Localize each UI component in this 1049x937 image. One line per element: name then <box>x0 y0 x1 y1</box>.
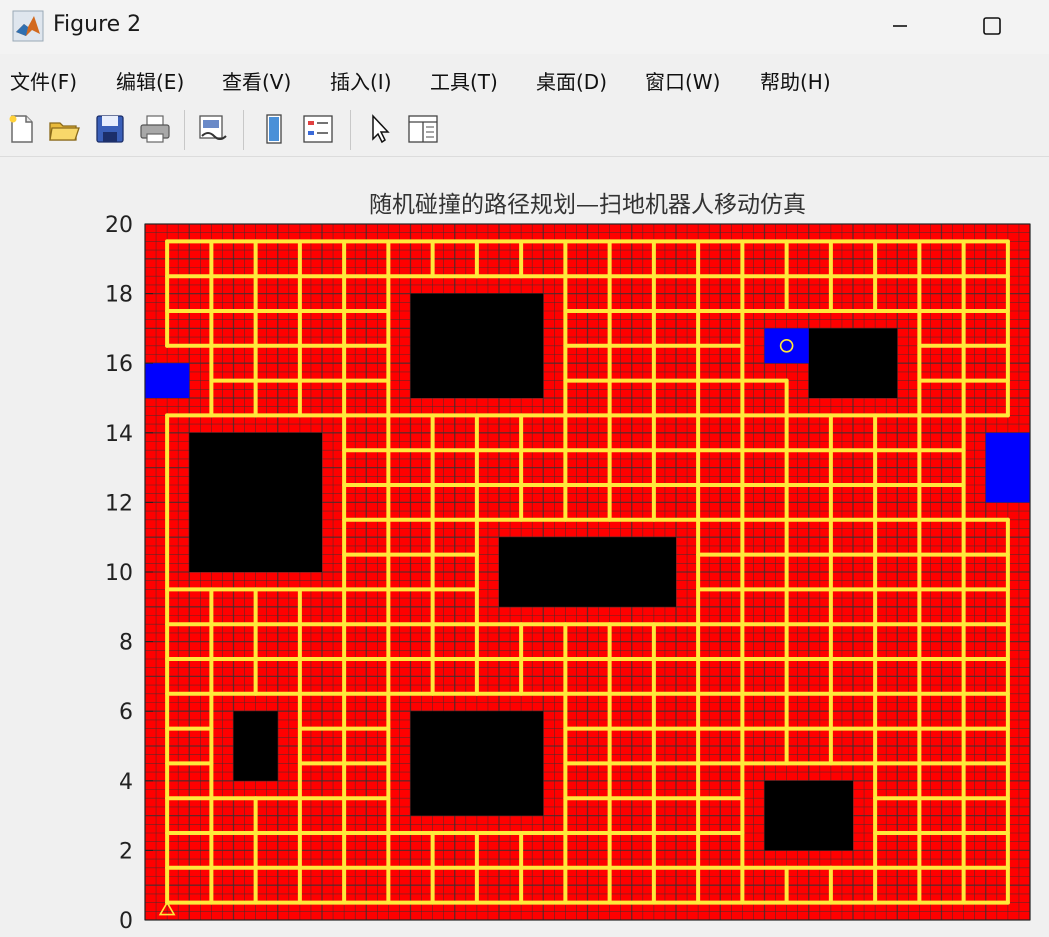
figure-toolbar <box>0 102 1049 157</box>
save-icon[interactable] <box>92 111 128 147</box>
menu-help[interactable]: 帮助(H) <box>760 66 831 95</box>
y-tick-label: 8 <box>119 631 133 656</box>
menu-window[interactable]: 窗口(W) <box>645 66 720 95</box>
maximize-icon[interactable] <box>972 8 1012 44</box>
toolbar-separator <box>243 110 244 150</box>
y-tick-label: 10 <box>105 561 133 586</box>
obstacle <box>499 537 676 607</box>
menu-desktop[interactable]: 桌面(D) <box>536 66 607 95</box>
y-tick-label: 0 <box>119 909 133 934</box>
obstacle <box>410 293 544 398</box>
y-tick-label: 14 <box>105 422 133 447</box>
edit-plot-icon[interactable] <box>362 111 398 147</box>
obstacle <box>764 780 853 851</box>
menu-file[interactable]: 文件(F) <box>10 66 77 95</box>
menu-view[interactable]: 查看(V) <box>222 66 291 95</box>
window-title: Figure 2 <box>53 12 142 37</box>
minimize-icon[interactable] <box>880 8 920 44</box>
print-icon[interactable] <box>137 111 173 147</box>
menu-edit[interactable]: 编辑(E) <box>116 66 184 95</box>
menu-tools[interactable]: 工具(T) <box>430 66 498 95</box>
link-plot-icon[interactable] <box>194 111 230 147</box>
y-tick-label: 18 <box>105 283 133 308</box>
obstacle <box>233 711 278 781</box>
menu-insert[interactable]: 插入(I) <box>330 66 392 95</box>
new-figure-icon[interactable] <box>4 111 40 147</box>
y-tick-label: 2 <box>119 839 133 864</box>
obstacle <box>410 711 544 816</box>
blue-cell <box>985 432 1030 503</box>
y-tick-label: 16 <box>105 352 133 377</box>
y-tick-label: 4 <box>119 770 133 795</box>
figure-canvas[interactable]: 随机碰撞的路径规划—扫地机器人移动仿真 0 2 4 6 8 10 12 14 16 18 20 <box>0 157 1049 937</box>
open-file-icon[interactable] <box>46 111 82 147</box>
property-inspector-icon[interactable] <box>405 111 441 147</box>
y-tick-label: 20 <box>105 213 133 238</box>
menu-bar: 文件(F) 编辑(E) 查看(V) 插入(I) 工具(T) 桌面(D) 窗口(W… <box>0 54 1049 102</box>
matlab-icon <box>12 10 44 42</box>
y-tick-label: 6 <box>119 700 133 725</box>
plot-svg[interactable]: 0 2 4 6 8 10 12 14 16 18 20 <box>0 157 1049 937</box>
insert-legend-icon[interactable] <box>300 111 336 147</box>
window-titlebar: Figure 2 <box>0 0 1049 54</box>
toolbar-separator <box>184 110 185 150</box>
obstacle <box>808 328 898 398</box>
y-tick-label: 12 <box>105 491 133 516</box>
blue-cell <box>764 328 809 364</box>
toolbar-separator <box>350 110 351 150</box>
obstacle <box>189 432 322 572</box>
insert-colorbar-icon[interactable] <box>256 111 292 147</box>
blue-cell <box>145 363 190 398</box>
